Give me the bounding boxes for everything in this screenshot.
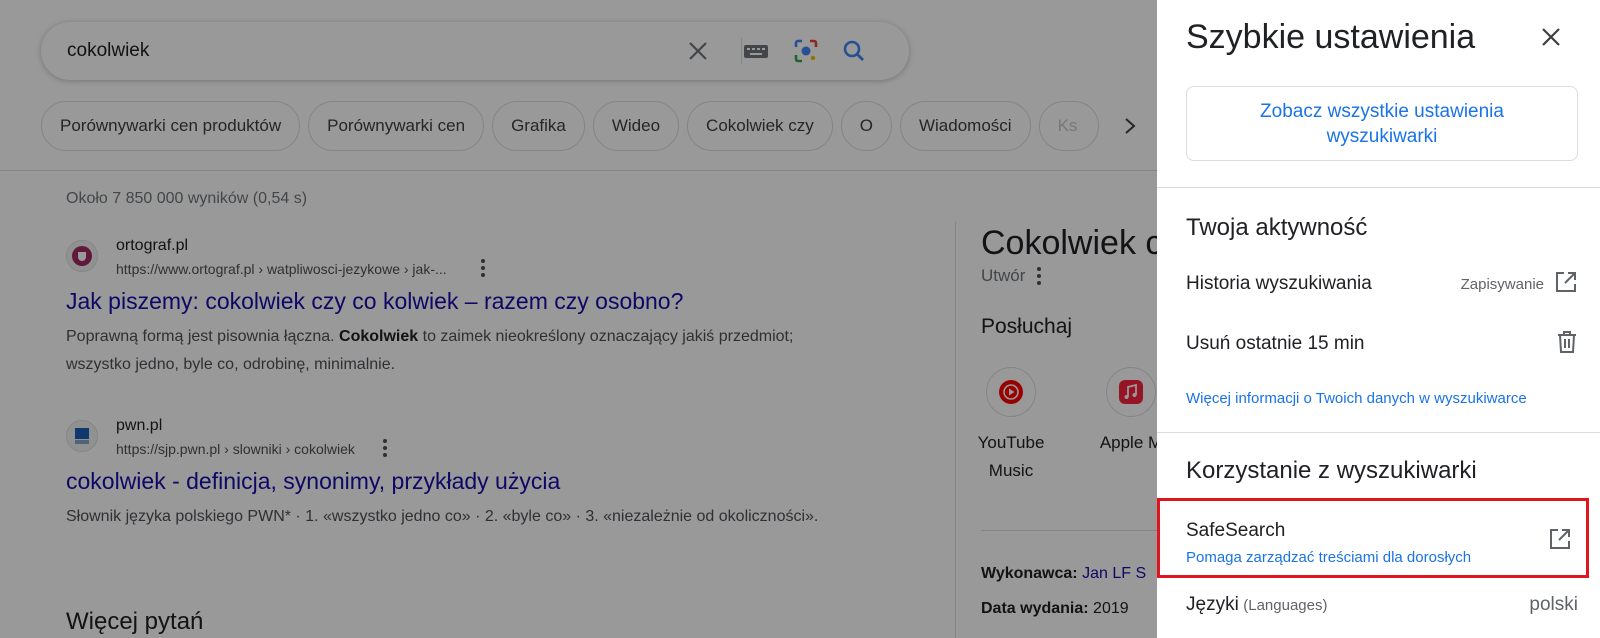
search-history-label: Historia wyszukiwania xyxy=(1186,273,1372,294)
languages-value: polski xyxy=(1529,594,1578,615)
languages-row[interactable]: Języki (Languages) polski xyxy=(1186,594,1578,616)
usage-heading: Korzystanie z wyszukiwarki xyxy=(1186,457,1477,484)
open-external-icon[interactable] xyxy=(1554,270,1578,298)
history-status: Zapisywanie xyxy=(1460,275,1544,293)
languages-label: Języki xyxy=(1186,594,1239,615)
languages-sub: (Languages) xyxy=(1243,597,1328,614)
search-history-row[interactable]: Historia wyszukiwania Zapisywanie xyxy=(1186,264,1578,304)
close-icon[interactable] xyxy=(1536,22,1566,52)
trash-icon[interactable] xyxy=(1556,330,1578,358)
all-settings-button[interactable]: Zobacz wszystkie ustawienia wyszukiwarki xyxy=(1186,86,1578,161)
data-info-link[interactable]: Więcej informacji o Twoich danych w wysz… xyxy=(1186,390,1527,407)
safesearch-row[interactable] xyxy=(1157,498,1589,578)
delete-last-15-min-label: Usuń ostatnie 15 min xyxy=(1186,333,1365,354)
delete-last-15-min-row[interactable]: Usuń ostatnie 15 min xyxy=(1186,324,1578,364)
panel-divider xyxy=(1157,432,1600,433)
activity-heading: Twoja aktywność xyxy=(1186,214,1368,241)
modal-backdrop[interactable] xyxy=(0,0,1157,638)
panel-divider xyxy=(1157,187,1600,188)
panel-title: Szybkie ustawienia xyxy=(1186,18,1476,56)
